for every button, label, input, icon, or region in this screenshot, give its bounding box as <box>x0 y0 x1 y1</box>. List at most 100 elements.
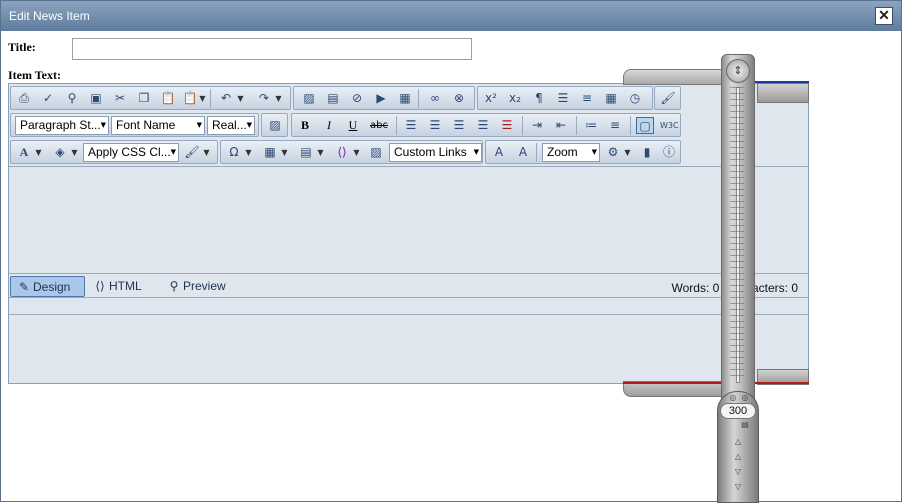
numbered-list-icon[interactable]: ≔ <box>582 117 600 134</box>
pencil-icon: ✎ <box>18 280 30 294</box>
insert-form-element-icon[interactable]: ▤ <box>297 144 315 161</box>
template-manager-icon[interactable]: ▦ <box>396 90 414 107</box>
paste-options-icon[interactable]: 📋 <box>181 90 199 107</box>
preview-mode-button[interactable]: ⚲ Preview <box>165 276 235 297</box>
magnifier-icon: ⚲ <box>169 279 179 293</box>
insert-snippet-dropdown-icon[interactable]: ▼ <box>353 144 360 161</box>
select-all-icon[interactable]: ▣ <box>87 90 105 107</box>
fore-color-icon[interactable]: A <box>15 144 33 161</box>
meter-triangle-icon[interactable]: △ <box>732 452 744 462</box>
fore-color-dropdown-icon[interactable]: ▼ <box>35 144 42 161</box>
meter-end-icon[interactable]: ▽ <box>732 482 744 492</box>
font-size-select[interactable]: Real... ▼ <box>207 116 255 135</box>
copy-icon[interactable]: ❐ <box>135 90 153 107</box>
caliper-top-jaw <box>757 83 809 103</box>
toolbar-row3-group2: Ω ▼ ▦ ▼ ▤ ▼ ⟨⟩ ▼ ▨ Custom Links ▼ <box>220 140 483 164</box>
title-input[interactable] <box>72 38 472 60</box>
insert-form-dropdown-icon[interactable]: ▼ <box>317 144 324 161</box>
find-icon[interactable]: ⚲ <box>63 90 81 107</box>
format-brush-dropdown-icon[interactable]: ▼ <box>203 144 210 161</box>
strikethrough-button[interactable]: abc <box>368 117 390 134</box>
paragraph-style-select[interactable]: Paragraph St... ▼ <box>15 116 109 135</box>
image-manager-icon[interactable]: ▨ <box>300 90 318 107</box>
convert-to-upper-icon[interactable]: A <box>514 144 532 161</box>
toolbar-row1-group2: ▨ ▤ ⊘ ▶ ▦ ∞ ⊗ <box>293 86 475 110</box>
insert-symbol-dropdown-icon[interactable]: ▼ <box>245 144 252 161</box>
convert-to-lower-icon[interactable]: A <box>490 144 508 161</box>
item-text-label: Item Text: <box>8 68 61 82</box>
module-manager-icon[interactable]: ⚙ <box>604 144 622 161</box>
insert-symbol-line-icon[interactable]: ≡ <box>578 90 596 107</box>
superscript-icon[interactable]: x² <box>482 90 500 107</box>
editor-content-area[interactable] <box>9 166 808 273</box>
module-dropdown-icon[interactable]: ▼ <box>624 144 631 161</box>
meter-dot-icon[interactable]: ◎ <box>739 393 751 403</box>
caliper-ticks <box>730 87 744 377</box>
toolbar-row1-group3: x² x₂ ¶ ☰ ≡ ▦ ◷ <box>477 86 653 110</box>
underline-button[interactable]: U <box>344 117 362 134</box>
toggle-screen-icon[interactable]: ▮ <box>638 144 656 161</box>
font-name-select[interactable]: Font Name ▼ <box>111 116 205 135</box>
ruler-bottom-guide <box>623 382 809 384</box>
insert-table-dropdown-icon[interactable]: ▼ <box>281 144 288 161</box>
editor-mode-bar: ✎ Design ⟨⟩ HTML ⚲ Preview Words: 0 Charact… <box>9 273 808 298</box>
paste-icon[interactable]: 📋 <box>159 90 177 107</box>
align-left-icon[interactable]: ☰ <box>402 117 420 134</box>
insert-date-icon[interactable]: ▦ <box>602 90 620 107</box>
align-right-icon[interactable]: ☰ <box>450 117 468 134</box>
back-color-icon[interactable]: ◈ <box>51 144 69 161</box>
horizontal-rule-icon[interactable]: ☰ <box>554 90 572 107</box>
redo-dropdown-icon[interactable]: ▼ <box>275 90 282 107</box>
insert-table-icon[interactable]: ▦ <box>261 144 279 161</box>
html-mode-button[interactable]: ⟨⟩ HTML <box>91 276 151 297</box>
bulleted-list-icon[interactable]: ≡ <box>606 117 624 134</box>
meter-down-icon[interactable]: ▽ <box>732 467 744 477</box>
custom-links-select[interactable]: Custom Links ▼ <box>389 143 482 162</box>
meter-up-icon[interactable]: △ <box>732 437 744 447</box>
design-mode-button[interactable]: ✎ Design <box>10 276 85 297</box>
format-brush-icon[interactable]: 🖌 <box>183 144 201 161</box>
apply-css-class-select[interactable]: Apply CSS Cl... ▼ <box>83 143 179 162</box>
insert-snippet-icon[interactable]: ⟨⟩ <box>333 144 351 161</box>
print-icon[interactable]: ⎙ <box>15 90 33 107</box>
image-properties-icon[interactable]: ▨ <box>367 144 385 161</box>
meter-dot-icon[interactable]: ◎ <box>727 393 739 403</box>
meter-settings-icon[interactable]: ▤ <box>739 420 751 430</box>
paragraph-icon[interactable]: ¶ <box>530 90 548 107</box>
dialog-titlebar: Edit News Item ✕ <box>1 1 901 31</box>
format-stripper-icon[interactable]: 🖌 <box>659 90 677 107</box>
undo-dropdown-icon[interactable]: ▼ <box>237 90 244 107</box>
caliper-knob-icon[interactable]: ⇕ <box>726 59 750 83</box>
align-center-icon[interactable]: ☰ <box>426 117 444 134</box>
redo-icon[interactable]: ↷ <box>255 90 273 107</box>
outdent-icon[interactable]: ⇤ <box>552 117 570 134</box>
insert-symbol-icon[interactable]: Ω <box>225 144 243 161</box>
edit-news-dialog: Edit News Item ✕ Title: Item Text: ⎙ ✓ ⚲… <box>0 0 902 503</box>
paste-dropdown-icon[interactable]: ▼ <box>199 90 206 107</box>
document-manager-icon[interactable]: ▤ <box>324 90 342 107</box>
cut-icon[interactable]: ✂ <box>111 90 129 107</box>
undo-icon[interactable]: ↶ <box>217 90 235 107</box>
justify-icon[interactable]: ☰ <box>474 117 492 134</box>
about-icon[interactable]: ⓘ <box>660 144 678 161</box>
indent-icon[interactable]: ⇥ <box>528 117 546 134</box>
flash-manager-icon[interactable]: ⊘ <box>348 90 366 107</box>
close-button[interactable]: ✕ <box>875 7 893 25</box>
spellcheck-icon[interactable]: ✓ <box>39 90 57 107</box>
caliper-top-arm[interactable] <box>623 69 723 85</box>
bold-button[interactable]: B <box>296 117 314 134</box>
back-color-dropdown-icon[interactable]: ▼ <box>71 144 78 161</box>
xhtml-validator-icon[interactable]: W3C <box>660 117 679 134</box>
toolbar-row2-group1: Paragraph St... ▼ Font Name ▼ Real... ▼ <box>10 113 259 137</box>
image-map-icon[interactable]: ▨ <box>266 117 284 134</box>
title-label: Title: <box>8 40 36 54</box>
remove-alignment-icon[interactable]: ☰ <box>498 117 516 134</box>
link-icon[interactable]: ∞ <box>426 90 444 107</box>
unlink-icon[interactable]: ⊗ <box>450 90 468 107</box>
zoom-select[interactable]: Zoom ▼ <box>542 143 600 162</box>
insert-time-icon[interactable]: ◷ <box>626 90 644 107</box>
italic-button[interactable]: I <box>320 117 338 134</box>
toggle-borders-icon[interactable]: ▢ <box>636 117 654 134</box>
subscript-icon[interactable]: x₂ <box>506 90 524 107</box>
media-manager-icon[interactable]: ▶ <box>372 90 390 107</box>
